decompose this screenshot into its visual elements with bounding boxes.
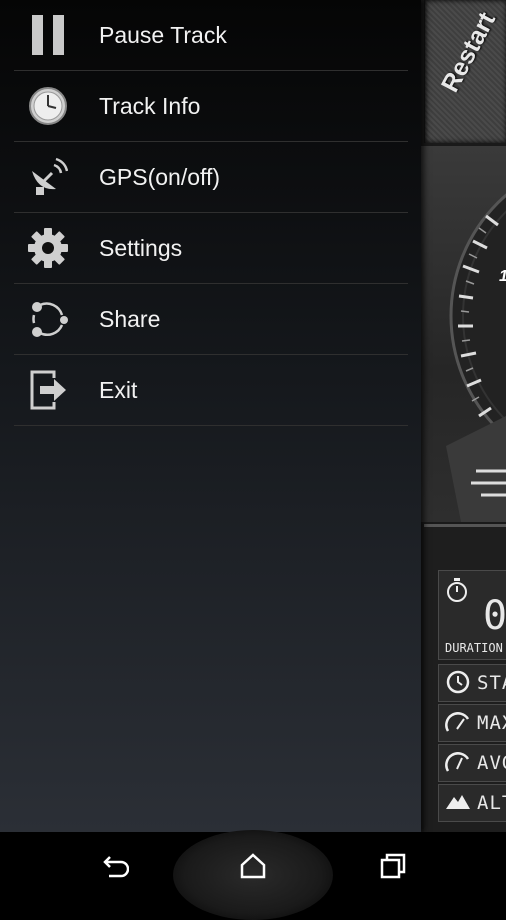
stat-row-alt: ALT — [438, 784, 506, 822]
menu-label: Share — [99, 306, 161, 332]
stat-row-start: STA — [438, 664, 506, 702]
exit-icon — [28, 370, 68, 410]
share-icon — [28, 299, 68, 339]
stat-label: STA — [477, 672, 506, 694]
clock-icon — [28, 86, 68, 126]
navigation-drawer: Pause Track Track Info GPS(on/off) Setti… — [0, 0, 421, 832]
home-icon[interactable] — [237, 850, 269, 882]
stat-label: MAX — [477, 712, 506, 734]
menu-label: GPS(on/off) — [99, 164, 221, 190]
duration-label: DURATION — [445, 641, 503, 655]
pause-icon — [28, 15, 68, 55]
gear-icon — [28, 228, 68, 268]
duration-box: 0 DURATION — [438, 570, 506, 660]
menu-item-track-info[interactable]: Track Info — [14, 71, 408, 142]
recents-icon[interactable] — [377, 850, 409, 882]
satellite-dish-icon — [28, 157, 69, 197]
menu-label: Exit — [99, 377, 138, 403]
mountain-icon — [445, 791, 471, 817]
menu-item-pause-track[interactable]: Pause Track — [14, 0, 408, 71]
speedometer-icon — [445, 749, 471, 775]
stat-label: ALT — [477, 792, 506, 814]
menu-label: Settings — [99, 235, 183, 261]
stat-label: AVG — [477, 752, 506, 774]
gauge-digit: 1 — [499, 268, 506, 286]
menu-label: Pause Track — [99, 22, 227, 48]
menu-item-gps-toggle[interactable]: GPS(on/off) — [14, 142, 408, 213]
menu-item-share[interactable]: Share — [14, 284, 408, 355]
stat-row-avg: AVG — [438, 744, 506, 782]
menu-item-exit[interactable]: Exit — [14, 355, 408, 426]
duration-value: 0 — [483, 593, 506, 639]
speedometer-icon — [445, 709, 471, 735]
stopwatch-icon — [445, 577, 471, 603]
speed-gauge: 1 — [421, 146, 506, 522]
menu-item-settings[interactable]: Settings — [14, 213, 408, 284]
back-icon[interactable] — [97, 850, 130, 882]
menu-label: Track Info — [99, 93, 201, 119]
clock-icon — [445, 669, 471, 695]
stat-row-max: MAX — [438, 704, 506, 742]
